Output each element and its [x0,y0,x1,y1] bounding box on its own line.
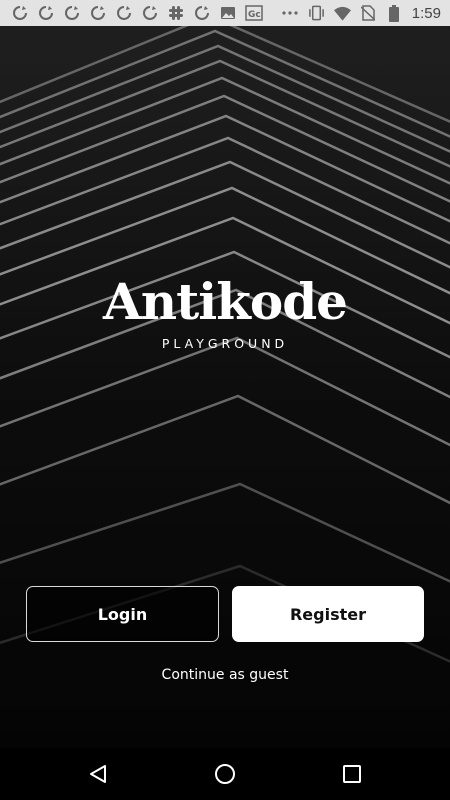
gc-icon: Gc [245,4,263,22]
app-logo-subtitle: PLAYGROUND [161,336,289,351]
image-icon [219,4,237,22]
home-icon[interactable] [213,762,237,786]
register-button[interactable]: Register [232,586,424,642]
slack-icon [167,4,185,22]
sync-icon [11,4,29,22]
clock-time: 1:59 [411,4,441,22]
sync-icon [89,4,107,22]
system-icons: 1:59 [282,4,450,22]
notification-icons: Gc [0,4,263,22]
sync-icon [115,4,133,22]
sync-icon [193,4,211,22]
sync-icon [37,4,55,22]
no-sim-icon [360,5,377,22]
vibrate-icon [308,5,325,22]
status-bar: Gc 1:59 [0,0,450,26]
recents-icon[interactable] [340,762,364,786]
svg-text:Gc: Gc [248,10,261,20]
back-icon[interactable] [86,762,110,786]
app-logo-title: Antikode [102,272,348,331]
sync-icon [141,4,159,22]
more-icon [282,5,299,22]
sync-icon [63,4,81,22]
login-button[interactable]: Login [26,586,219,642]
system-navigation-bar [0,748,450,800]
continue-as-guest-link[interactable]: Continue as guest [0,667,450,683]
wifi-icon [333,5,351,22]
battery-icon [386,4,403,22]
